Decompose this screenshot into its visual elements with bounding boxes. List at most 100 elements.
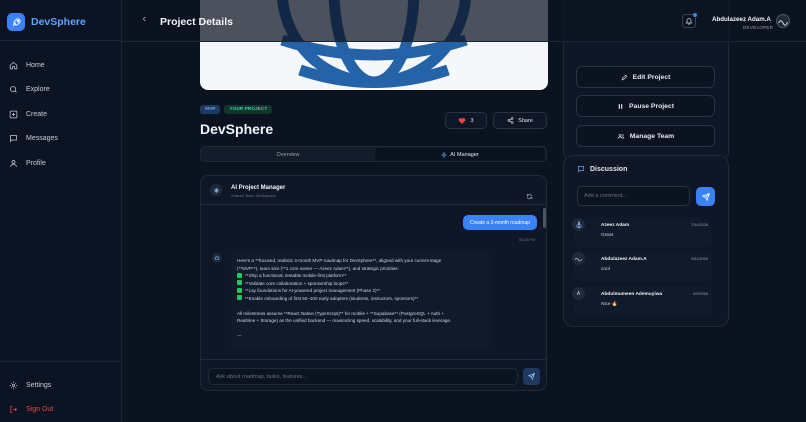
avatar[interactable] [776,14,790,28]
bot-message-line: (**MVP**), team size (**1 core owner — A… [237,265,399,271]
discussion-card: Discussion Azeez Adam 7/14/2026 Great Ab… [563,155,729,327]
divider [0,40,122,41]
sidebar-item-settings[interactable]: Settings [9,373,51,398]
edit-project-button[interactable]: Edit Project [576,66,715,88]
bot-message-bullet: **Ship a functional, testable mobile-fir… [237,272,485,280]
sidebar-item-label: Home [26,61,45,69]
checkbox-icon [237,295,242,301]
sidebar-item-label: Settings [26,381,52,389]
refresh-icon[interactable] [526,187,533,205]
sidebar-item-home[interactable]: Home [9,53,58,78]
comment-text: cool [601,267,610,272]
comment-author: Abdulmumeen Ademuyiwa [601,292,663,297]
tab-label: AI Manager [450,151,479,158]
comment-input[interactable] [577,186,690,206]
notification-dot [693,13,697,17]
your-project-badge: YOUR PROJECT [224,105,273,114]
robot-icon [210,184,222,196]
checkbox-icon [237,287,242,293]
gear-icon [9,381,18,389]
sidebar-item-label: Create [26,110,48,118]
bot-avatar-icon [212,253,222,263]
user-role: DEVELOPER [743,25,774,30]
action-label: Edit Project [632,73,671,81]
comment-item: A Abdulmumeen Ademuyiwa 5/9/2026 Nice 🔥 [572,287,712,316]
comment-send-button[interactable] [696,187,715,206]
comment-text: Nice 🔥 [601,302,618,307]
bell-icon [685,18,693,25]
like-count: 3 [470,117,474,124]
sidebar: DevSphere Home Explore Create Messages P… [0,0,122,422]
chat-bubble-icon [577,165,585,173]
heart-icon [459,117,466,124]
bot-message-line: --- [237,332,242,338]
edit-icon [621,74,627,80]
user-chat-message: Create a 3-month roadmap [463,215,537,230]
logout-icon [10,405,18,413]
bot-message-line: Realtime + Storage) as the unified backe… [237,318,452,324]
wave-logo-icon [572,252,585,265]
ai-panel-subtitle: Shared Team Workspace [231,193,276,198]
bot-message-bullet: **Enable onboarding of first 50–100 earl… [237,295,485,303]
bullet-text: **Validate core collaboration + sponsors… [245,280,349,286]
manage-team-button[interactable]: Manage Team [576,125,715,147]
share-icon [507,117,514,124]
wave-logo-icon [778,20,788,26]
sidebar-item-profile[interactable]: Profile [9,151,58,176]
top-header: Project Details Abdulazeez Adam.A DEVELO… [122,0,806,42]
ai-send-button[interactable] [523,368,540,385]
message-icon [10,135,17,143]
page-title: Project Details [160,16,233,28]
sidebar-item-explore[interactable]: Explore [9,78,58,103]
send-icon [528,373,535,380]
action-label: Pause Project [629,102,674,110]
like-button[interactable]: 3 [445,112,487,129]
comment-date: 5/9/2026 [693,292,708,296]
pause-icon [618,103,623,109]
avatar: A [572,287,585,300]
sidebar-item-label: Messages [26,135,58,143]
bullet-text: **Ship a functional, testable mobile-fir… [245,273,347,279]
comment-item: Azeez Adam 7/14/2026 Great [572,218,712,247]
project-tabs: Overview AI Manager [200,146,547,162]
tab-ai-manager[interactable]: AI Manager [375,148,545,161]
sidebar-item-messages[interactable]: Messages [9,127,58,152]
bullet-text: **Enable onboarding of first 50–100 earl… [245,295,419,301]
anchor-icon [572,218,585,231]
bullet-text: **Lay foundations for AI-powered project… [245,288,381,294]
sidebar-nav: Home Explore Create Messages Profile [9,53,58,176]
bot-message-bullet: **Lay foundations for AI-powered project… [237,287,485,295]
sign-out-button[interactable]: Sign Out [9,397,53,422]
bot-message-bullet: **Validate core collaboration + sponsors… [237,280,485,288]
brand-name: DevSphere [31,16,86,28]
chevron-left-icon [142,16,146,22]
bot-message-line: All milestones assume **React Native (Ty… [237,310,445,316]
user-name: Abdulazeez Adam.A [712,16,771,23]
message-timestamp: 05:28 PM [519,238,536,242]
users-icon [617,133,625,139]
sign-out-label: Sign Out [26,405,54,413]
comment-text: Great [601,233,613,238]
mvp-badge: MVP [200,105,221,114]
sparkle-icon [441,151,448,158]
brand[interactable]: DevSphere [7,13,86,31]
checkbox-icon [237,272,242,278]
tab-overview[interactable]: Overview [203,148,373,161]
chat-scrollbar[interactable] [543,208,546,228]
rocket-logo-icon [7,13,25,31]
checkbox-icon [237,280,242,286]
share-button[interactable]: Share [493,112,547,129]
comment-date: 5/11/2026 [691,257,708,261]
plus-square-icon [9,110,18,118]
ai-chat-input[interactable] [208,368,518,385]
pause-project-button[interactable]: Pause Project [576,95,715,117]
share-label: Share [518,117,533,124]
back-button[interactable] [141,15,148,25]
sidebar-item-create[interactable]: Create [9,102,58,127]
comment-item: Abdulazeez Adam.A 5/11/2026 cool [572,252,712,281]
discussion-title-text: Discussion [590,165,628,173]
ai-manager-panel: AI Project Manager Shared Team Workspace… [200,175,547,391]
ai-panel-header: AI Project Manager Shared Team Workspace [201,176,546,205]
